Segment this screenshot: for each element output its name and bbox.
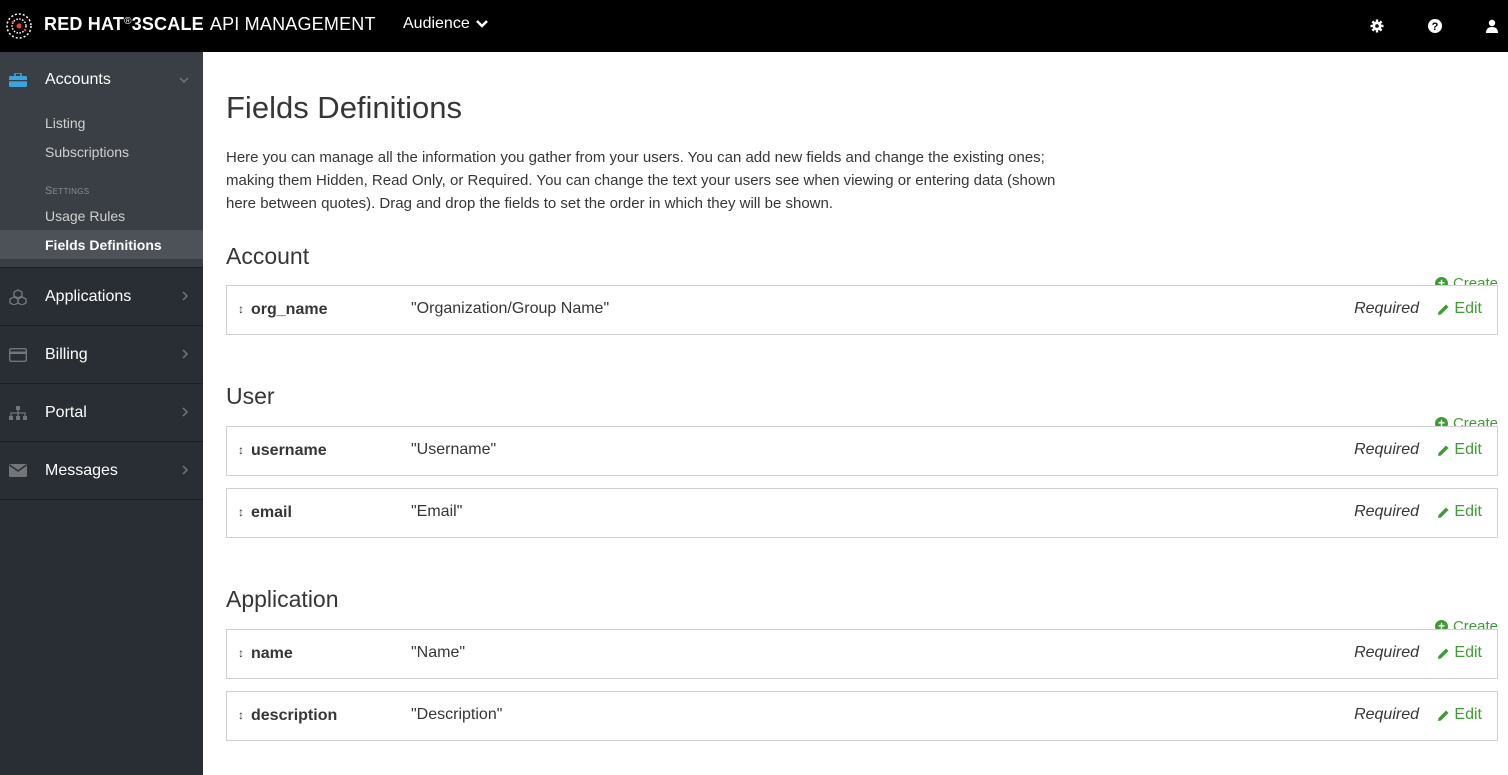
- pencil-icon: [1438, 507, 1449, 518]
- help-icon[interactable]: ?: [1425, 16, 1445, 36]
- edit-field-button[interactable]: Edit: [1437, 503, 1482, 521]
- brand-registered: ®: [124, 16, 132, 27]
- field-label: "Email": [411, 503, 463, 520]
- field-label: "Description": [411, 706, 503, 723]
- section-title: Account: [226, 243, 310, 269]
- accounts-submenu: Listing Subscriptions Settings Usage Rul…: [0, 108, 203, 267]
- pencil-icon: [1438, 710, 1449, 721]
- sidebar-item-label: Applications: [45, 287, 132, 305]
- sidebar-section-applications: Applications: [0, 268, 203, 326]
- edit-label: Edit: [1454, 300, 1482, 317]
- drag-handle-icon[interactable]: ↕: [238, 302, 244, 316]
- drag-handle-icon[interactable]: ↕: [238, 443, 244, 457]
- sidebar-item-label: Portal: [45, 403, 87, 421]
- brand-3scale: 3SCALE: [131, 14, 204, 34]
- sidebar-item-label: Messages: [45, 461, 118, 479]
- settings-heading: Settings: [45, 185, 90, 197]
- chevron-down-icon: [179, 73, 189, 87]
- chevron-right-icon: [182, 406, 189, 420]
- field-name: username: [251, 442, 327, 459]
- main-content: Fields Definitions Here you can manage a…: [226, 52, 1498, 741]
- edit-field-button[interactable]: Edit: [1437, 441, 1482, 459]
- field-label: "Username": [411, 441, 497, 458]
- sidebar-item-applications[interactable]: Applications: [0, 268, 203, 325]
- drag-handle-icon[interactable]: ↕: [238, 646, 244, 660]
- chevron-down-icon: [475, 20, 488, 28]
- sidebar-section-messages: Messages: [0, 442, 203, 500]
- edit-field-button[interactable]: Edit: [1437, 644, 1482, 662]
- brand-redhat: RED HAT: [44, 14, 125, 34]
- svg-text:?: ?: [1432, 21, 1439, 33]
- section-title: User: [226, 383, 275, 409]
- sidebar-subitem-subscriptions[interactable]: Subscriptions: [0, 137, 203, 166]
- field-status: Required: [1354, 300, 1419, 317]
- pencil-icon: [1438, 304, 1449, 315]
- cubes-icon: [8, 287, 28, 307]
- section-application: Application + Create ↕ name "Name" Requi…: [226, 586, 1498, 741]
- pencil-icon: [1438, 445, 1449, 456]
- brand-api-management: API MANAGEMENT: [209, 14, 376, 34]
- field-name: org_name: [251, 301, 328, 318]
- field-row[interactable]: ↕ name "Name" Required Edit: [226, 629, 1498, 679]
- field-status: Required: [1354, 706, 1419, 723]
- chevron-right-icon: [182, 348, 189, 362]
- edit-label: Edit: [1454, 503, 1482, 520]
- field-row[interactable]: ↕ username "Username" Required Edit: [226, 426, 1498, 476]
- drag-handle-icon[interactable]: ↕: [238, 505, 244, 519]
- edit-label: Edit: [1454, 644, 1482, 661]
- top-navbar: RED HAT®3SCALE API MANAGEMENT Audience ?: [0, 0, 1508, 52]
- field-name: email: [251, 504, 292, 521]
- field-status: Required: [1354, 644, 1419, 661]
- sidebar: Accounts Listing Subscriptions Settings …: [0, 52, 203, 775]
- section-user: User + Create ↕ username "Username" Requ…: [226, 383, 1498, 538]
- edit-label: Edit: [1454, 706, 1482, 723]
- field-status: Required: [1354, 503, 1419, 520]
- field-row[interactable]: ↕ description "Description" Required Edi…: [226, 691, 1498, 741]
- sidebar-subitem-fields-definitions[interactable]: Fields Definitions: [0, 230, 203, 259]
- field-name: description: [251, 707, 338, 724]
- page-description: Here you can manage all the information …: [226, 149, 1056, 212]
- field-name: name: [251, 645, 293, 662]
- sitemap-icon: [8, 403, 28, 423]
- sidebar-item-portal[interactable]: Portal: [0, 384, 203, 441]
- edit-field-button[interactable]: Edit: [1437, 706, 1482, 724]
- user-icon[interactable]: [1482, 16, 1502, 36]
- pencil-icon: [1438, 648, 1449, 659]
- sidebar-item-label: Billing: [45, 345, 88, 363]
- sidebar-subitem-usage-rules[interactable]: Usage Rules: [0, 201, 203, 230]
- field-label: "Name": [411, 644, 466, 661]
- edit-label: Edit: [1454, 441, 1482, 458]
- sidebar-item-messages[interactable]: Messages: [0, 442, 203, 499]
- brand-title: RED HAT®3SCALE API MANAGEMENT: [44, 14, 376, 35]
- field-status: Required: [1354, 441, 1419, 458]
- sidebar-section-billing: Billing: [0, 326, 203, 384]
- sidebar-section-portal: Portal: [0, 384, 203, 442]
- chevron-right-icon: [182, 290, 189, 304]
- sidebar-section-accounts: Accounts Listing Subscriptions Settings …: [0, 52, 203, 268]
- gear-icon[interactable]: [1367, 16, 1387, 36]
- field-row[interactable]: ↕ email "Email" Required Edit: [226, 488, 1498, 538]
- audience-label: Audience: [403, 15, 470, 32]
- drag-handle-icon[interactable]: ↕: [238, 708, 244, 722]
- sidebar-subitem-listing[interactable]: Listing: [0, 108, 203, 137]
- envelope-icon: [8, 461, 28, 481]
- field-label: "Organization/Group Name": [411, 300, 610, 317]
- page-title: Fields Definitions: [226, 90, 463, 125]
- red-hat-3scale-logo-icon[interactable]: [6, 13, 32, 39]
- edit-field-button[interactable]: Edit: [1437, 300, 1482, 318]
- credit-card-icon: [8, 345, 28, 365]
- sidebar-item-accounts[interactable]: Accounts: [0, 52, 203, 108]
- chevron-right-icon: [182, 464, 189, 478]
- section-account: Account + Create ↕ org_name "Organizatio…: [226, 243, 1498, 335]
- field-row[interactable]: ↕ org_name "Organization/Group Name" Req…: [226, 285, 1498, 335]
- audience-menu[interactable]: Audience: [403, 15, 488, 33]
- sidebar-item-billing[interactable]: Billing: [0, 326, 203, 383]
- section-title: Application: [226, 586, 339, 612]
- briefcase-icon: [8, 70, 28, 90]
- sidebar-item-label: Accounts: [45, 71, 111, 88]
